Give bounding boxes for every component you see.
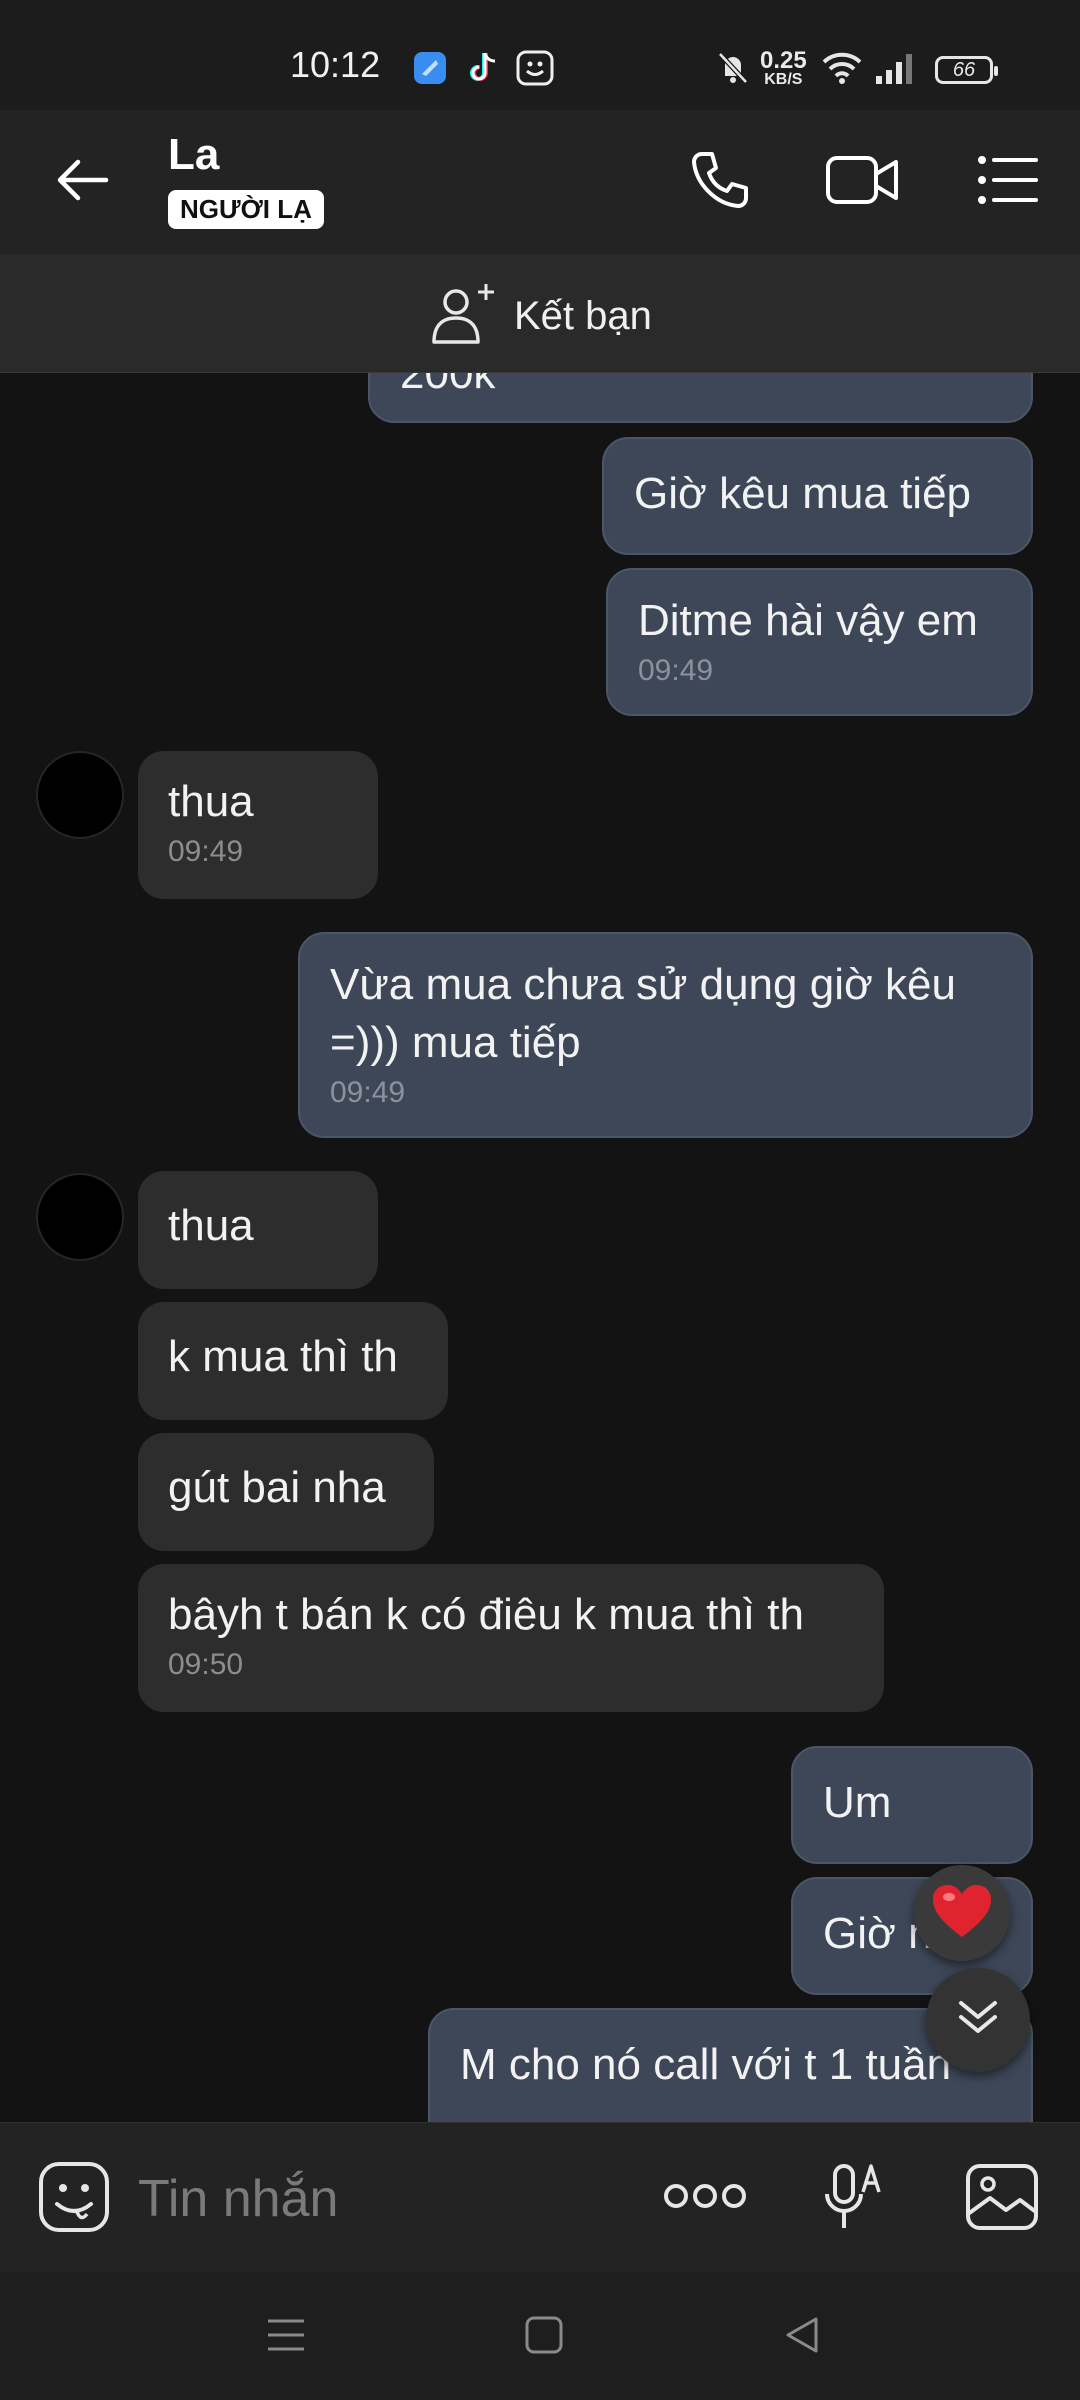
message-text: Ditme hài vậy em [638,596,978,645]
recent-apps-icon [266,2317,306,2358]
home-icon [524,2315,564,2360]
emoji-button[interactable] [36,2161,112,2237]
net-speed: 0.25 KB/S [760,47,807,88]
gallery-icon [964,2162,1040,2237]
message-text: Vừa mua chưa sử dụng giờ kêu =))) mua ti… [330,960,956,1067]
wifi-icon [820,50,864,91]
scroll-down-button[interactable] [926,1968,1030,2072]
scroll-down-icon [955,1995,1001,2046]
chat-header: La NGƯỜI LẠ [0,110,1080,254]
phone-icon [688,148,752,217]
avatar[interactable] [36,1173,124,1261]
back-button[interactable] [46,146,118,218]
message-text: bâyh t bán k có điêu k mua thì th [168,1590,804,1639]
message-bubble-out[interactable]: Giờ kêu mua tiếp [602,437,1033,555]
avatar[interactable] [36,751,124,839]
message-bubble-out[interactable]: Um [791,1746,1033,1864]
status-bar: 10:12 0.25 KB/S 66 [0,0,1080,110]
message-time: 09:50 [168,1648,244,1681]
chat-options-button[interactable] [972,146,1044,218]
message-bubble-in[interactable]: thua 09:49 [138,751,378,899]
message-bubble-in[interactable]: thua [138,1171,378,1289]
voice-to-text-button[interactable] [820,2159,890,2237]
voice-to-text-icon [823,2158,887,2239]
add-friend-icon [430,282,498,351]
stranger-badge: NGƯỜI LẠ [168,190,324,229]
system-nav-bar [0,2272,1080,2400]
recent-apps-button[interactable] [256,2312,316,2362]
message-time: 09:49 [638,654,714,687]
video-call-button[interactable] [826,146,898,218]
message-bubble-out[interactable]: Ditme hài vậy em 09:49 [606,568,1033,716]
heart-reaction-icon [931,1883,993,1944]
back-icon [782,2315,822,2360]
voice-call-button[interactable] [684,146,756,218]
gallery-button[interactable] [962,2161,1042,2237]
home-button[interactable] [514,2312,574,2362]
message-time: 09:49 [330,1076,406,1109]
message-text: Giờ kêu mua tiếp [634,469,972,518]
menu-list-icon [976,154,1040,211]
back-arrow-icon [52,155,112,210]
more-options-icon [663,2181,747,2216]
message-bubble-out[interactable]: 200k [368,373,1033,423]
message-bubble-out[interactable]: Vừa mua chưa sử dụng giờ kêu =))) mua ti… [298,932,1033,1138]
message-text: gút bai nha [168,1463,386,1512]
message-input-bar: Tin nhắn [0,2122,1080,2273]
net-speed-value: 0.25 [760,47,807,74]
more-options-button[interactable] [660,2173,750,2223]
message-text: thua [168,777,254,826]
message-list[interactable]: 200k Giờ kêu mua tiếp Ditme hài vậy em 0… [0,373,1080,2123]
message-text: thua [168,1201,254,1250]
message-time: 09:49 [168,835,244,868]
tiktok-icon [466,50,500,91]
battery-icon: 66 [935,56,998,84]
signal-icon [874,50,920,91]
app-icon [412,50,448,91]
message-input[interactable]: Tin nhắn [138,2169,338,2229]
emoji-icon [37,2160,111,2239]
add-friend-button[interactable]: Kết bạn [430,282,652,351]
add-friend-label: Kết bạn [514,294,652,338]
video-camera-icon [824,150,900,215]
message-text: M cho nó call với t 1 tuần [460,2040,952,2089]
contact-name[interactable]: La [168,130,219,180]
heart-reaction-button[interactable] [914,1865,1010,1961]
message-bubble-in[interactable]: gút bai nha [138,1433,434,1551]
message-text: k mua thì th [168,1332,398,1381]
mute-bell-icon [716,50,750,91]
message-text: Um [823,1778,892,1827]
message-bubble-in[interactable]: k mua thì th [138,1302,448,1420]
back-nav-button[interactable] [772,2312,832,2362]
message-bubble-in[interactable]: bâyh t bán k có điêu k mua thì th 09:50 [138,1564,884,1712]
smile-app-icon [516,50,554,91]
message-text: 200k [400,373,496,398]
status-time: 10:12 [290,44,381,85]
add-friend-bar: Kết bạn [0,254,1080,373]
net-speed-unit: KB/S [764,71,803,88]
